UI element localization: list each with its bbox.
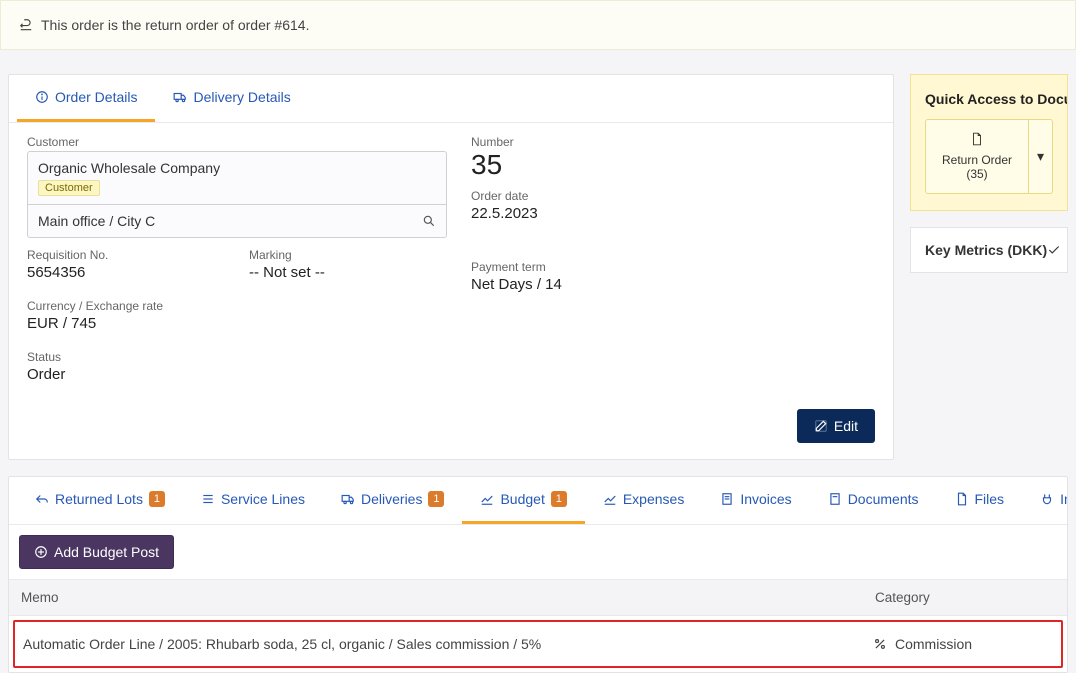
list-icon bbox=[201, 491, 215, 507]
detail-tabs: Order Details Delivery Details bbox=[9, 75, 893, 123]
chart-icon bbox=[603, 491, 617, 507]
tab-label: Order Details bbox=[55, 89, 137, 105]
row-memo: Automatic Order Line / 2005: Rhubarb sod… bbox=[23, 636, 873, 652]
document-icon bbox=[828, 491, 842, 507]
customer-input[interactable]: Organic Wholesale Company Customer bbox=[27, 151, 447, 204]
tab-delivery-details[interactable]: Delivery Details bbox=[155, 75, 308, 122]
tab-order-details[interactable]: Order Details bbox=[17, 75, 155, 122]
quick-access-title: Quick Access to Documents bbox=[925, 91, 1053, 107]
tab-label: Integration Logs bbox=[1060, 491, 1067, 507]
search-icon[interactable] bbox=[422, 213, 436, 229]
number-label: Number bbox=[471, 135, 875, 149]
tab-label: Budget bbox=[500, 491, 544, 507]
tab-label: Delivery Details bbox=[193, 89, 290, 105]
return-icon bbox=[19, 17, 33, 33]
row-category: Commission bbox=[895, 636, 972, 652]
pdf-icon bbox=[932, 132, 1022, 147]
tab-label: Expenses bbox=[623, 491, 684, 507]
customer-pill: Customer bbox=[38, 180, 100, 196]
notice-text: This order is the return order of order … bbox=[41, 17, 309, 33]
quick-access-panel: Quick Access to Documents Return Order (… bbox=[910, 74, 1068, 211]
order-date-value: 22.5.2023 bbox=[471, 205, 538, 222]
edit-icon bbox=[814, 418, 828, 434]
budget-table-header: Memo Category bbox=[9, 579, 1067, 616]
memo-header: Memo bbox=[21, 590, 875, 605]
marking-value: -- Not set -- bbox=[249, 264, 325, 281]
edit-label: Edit bbox=[834, 418, 858, 434]
customer-name: Organic Wholesale Company bbox=[38, 160, 436, 176]
add-budget-post-button[interactable]: Add Budget Post bbox=[19, 535, 174, 569]
key-metrics-panel[interactable]: Key Metrics (DKK) bbox=[910, 227, 1068, 273]
badge: 1 bbox=[428, 491, 444, 507]
caret-down-icon: ▾ bbox=[1037, 148, 1044, 165]
return-order-tile[interactable]: Return Order (35) bbox=[925, 119, 1029, 194]
add-label: Add Budget Post bbox=[54, 544, 159, 560]
edit-button[interactable]: Edit bbox=[797, 409, 875, 443]
order-date-label: Order date bbox=[471, 189, 875, 203]
tab-label: Files bbox=[975, 491, 1005, 507]
status-value: Order bbox=[27, 366, 65, 383]
info-icon bbox=[35, 89, 49, 105]
badge: 1 bbox=[551, 491, 567, 507]
tab-label: Documents bbox=[848, 491, 919, 507]
table-row[interactable]: Automatic Order Line / 2005: Rhubarb sod… bbox=[15, 622, 1061, 666]
metrics-title: Key Metrics (DKK) bbox=[925, 242, 1047, 258]
percent-icon bbox=[873, 636, 887, 652]
plug-icon bbox=[1040, 491, 1054, 507]
tab-label: Invoices bbox=[740, 491, 791, 507]
chart-icon bbox=[480, 491, 494, 507]
tab-label: Service Lines bbox=[221, 491, 305, 507]
tab-files[interactable]: Files bbox=[937, 477, 1023, 524]
highlighted-row: Automatic Order Line / 2005: Rhubarb sod… bbox=[13, 620, 1063, 668]
status-label: Status bbox=[27, 350, 225, 364]
customer-label: Customer bbox=[27, 135, 447, 149]
tab-budget[interactable]: Budget 1 bbox=[462, 477, 584, 524]
return-order-notice: This order is the return order of order … bbox=[0, 0, 1076, 50]
requisition-label: Requisition No. bbox=[27, 248, 225, 262]
check-icon bbox=[1047, 242, 1061, 258]
plus-icon bbox=[34, 544, 48, 560]
return-icon bbox=[35, 491, 49, 507]
file-icon bbox=[955, 491, 969, 507]
payment-label: Payment term bbox=[471, 260, 875, 274]
tab-expenses[interactable]: Expenses bbox=[585, 477, 702, 524]
requisition-value: 5654356 bbox=[27, 264, 85, 281]
tab-integration-logs[interactable]: Integration Logs bbox=[1022, 477, 1067, 524]
tab-deliveries[interactable]: Deliveries 1 bbox=[323, 477, 462, 524]
truck-icon bbox=[173, 89, 187, 105]
currency-label: Currency / Exchange rate bbox=[27, 299, 225, 313]
marking-label: Marking bbox=[249, 248, 447, 262]
tab-returned-lots[interactable]: Returned Lots 1 bbox=[17, 477, 183, 524]
tab-label: Returned Lots bbox=[55, 491, 143, 507]
category-header: Category bbox=[875, 590, 1055, 605]
lower-tabs: Returned Lots 1 Service Lines Deliveries… bbox=[9, 477, 1067, 525]
tab-label: Deliveries bbox=[361, 491, 422, 507]
tile-label: Return Order (35) bbox=[932, 153, 1022, 181]
payment-value: Net Days / 14 bbox=[471, 276, 562, 293]
customer-location: Main office / City C bbox=[38, 213, 155, 229]
currency-value: EUR / 745 bbox=[27, 315, 96, 332]
truck-icon bbox=[341, 491, 355, 507]
tab-documents[interactable]: Documents bbox=[810, 477, 937, 524]
customer-location-input[interactable]: Main office / City C bbox=[27, 204, 447, 238]
number-value: 35 bbox=[471, 149, 502, 180]
tile-dropdown-toggle[interactable]: ▾ bbox=[1029, 119, 1053, 194]
tab-invoices[interactable]: Invoices bbox=[702, 477, 809, 524]
badge: 1 bbox=[149, 491, 165, 507]
invoice-icon bbox=[720, 491, 734, 507]
tab-service-lines[interactable]: Service Lines bbox=[183, 477, 323, 524]
